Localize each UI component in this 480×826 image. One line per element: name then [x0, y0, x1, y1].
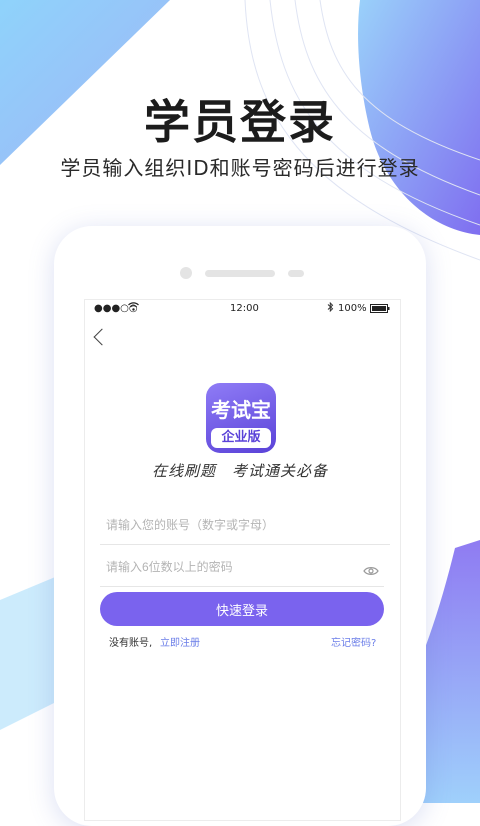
phone-camera [180, 267, 192, 279]
bluetooth-icon [327, 301, 334, 315]
app-slogan: 在线刷题 考试通关必备 [151, 462, 328, 480]
status-time: 12:00 [230, 303, 259, 314]
logo-edition: 企业版 [211, 428, 271, 448]
wifi-icon [128, 302, 139, 314]
password-underline [100, 586, 384, 587]
eye-icon[interactable] [363, 561, 379, 580]
logo-title: 考试宝 [211, 398, 271, 422]
page-title: 学员登录 [144, 95, 336, 149]
forgot-password-link[interactable]: 忘记密码? [331, 634, 376, 649]
phone-sensor [288, 270, 304, 277]
account-input[interactable] [100, 506, 390, 545]
phone-speaker [205, 270, 275, 277]
battery-icon [370, 304, 390, 316]
page-subtitle: 学员输入组织ID和账号密码后进行登录 [60, 156, 420, 180]
no-account-text: 没有账号, [109, 638, 153, 649]
register-link[interactable]: 立即注册 [160, 634, 200, 649]
battery-text: 100% [338, 303, 367, 314]
password-input[interactable] [100, 548, 356, 587]
app-logo: 考试宝 企业版 [206, 383, 276, 453]
login-button[interactable]: 快速登录 [100, 592, 384, 626]
